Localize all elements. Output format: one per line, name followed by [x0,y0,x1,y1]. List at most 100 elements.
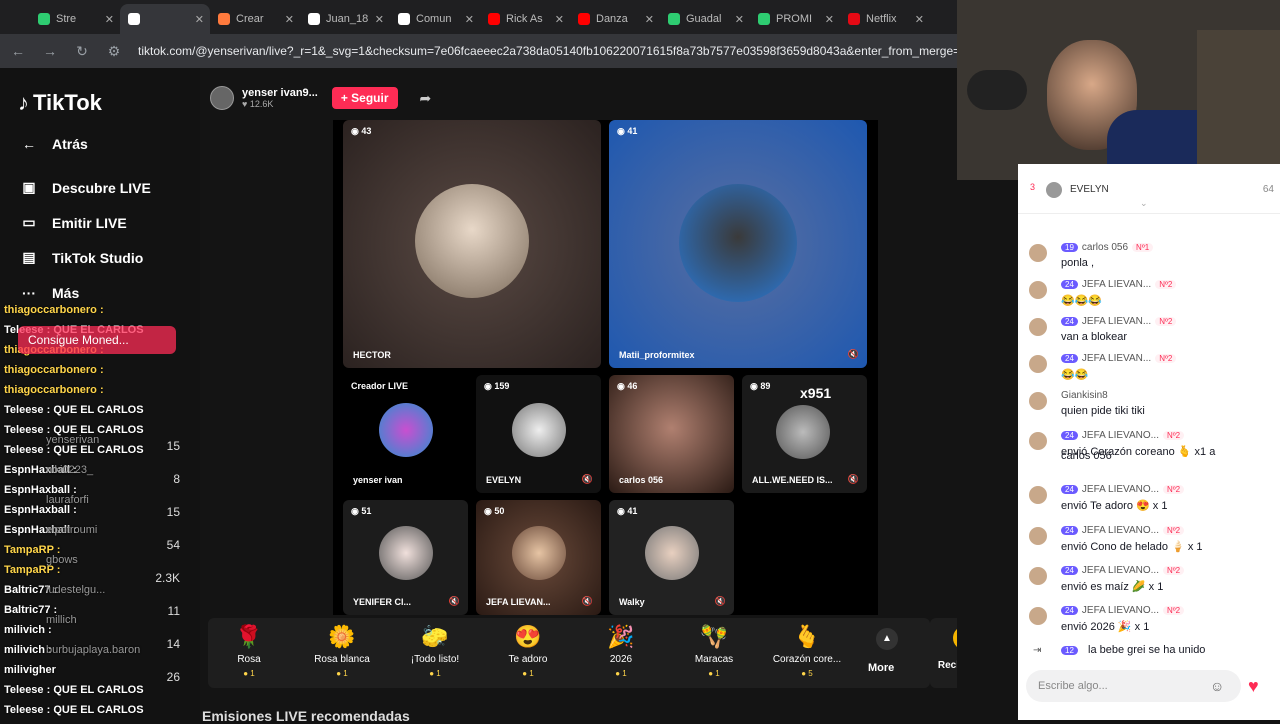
viewer-count: ◉ 43 [351,126,372,136]
coins-promo-banner[interactable]: Consigue Moned... [18,326,176,354]
browser-tab[interactable]: Netflix ✕ [840,4,930,34]
chat-username[interactable]: JEFA LIEVANO... [1082,484,1159,495]
close-tab-icon[interactable]: ✕ [465,13,474,26]
host-avatar[interactable] [210,86,234,110]
gift-item[interactable]: 🌼 Rosa blanca ● 1 [297,624,387,678]
guest-cell-evelyn[interactable]: ◉ 159 EVELYN 🔇 [476,375,601,493]
browser-tab[interactable]: Stre ✕ [30,4,120,34]
close-tab-icon[interactable]: ✕ [915,13,924,26]
browser-tab[interactable]: Juan_18 ✕ [300,4,390,34]
user-avatar[interactable] [1029,244,1047,262]
followed-account-name[interactable]: lauraforfi [46,494,89,506]
overlay-chat-line: milivich : [4,624,52,636]
close-tab-icon[interactable]: ✕ [735,13,744,26]
sidebar-item-back[interactable]: ← Atrás [20,136,88,152]
user-avatar[interactable] [1029,355,1047,373]
gift-item[interactable]: 🫰 Corazón core... ● 5 [762,624,852,678]
browser-tab[interactable]: Comun ✕ [390,4,480,34]
chat-username[interactable]: JEFA LIEVANO... [1082,565,1159,576]
close-tab-icon[interactable]: ✕ [105,13,114,26]
close-tab-icon[interactable]: ✕ [285,13,294,26]
guest-cell-carlos[interactable]: ◉ 46 carlos 056 [609,375,734,493]
guest-cell-hector[interactable]: ◉ 43 HECTOR [343,120,601,368]
viewer-count: 8 [173,472,180,486]
followed-account-name[interactable]: niki0223_ [46,464,93,476]
more-gifts-button[interactable]: More [868,662,894,674]
user-avatar[interactable] [1029,607,1047,625]
reload-icon[interactable]: ↻ [74,43,90,60]
browser-tab[interactable]: PROMI ✕ [750,4,840,34]
emoji-icon[interactable]: ☺ [1210,678,1224,694]
chevron-up-icon[interactable]: ▲ [876,628,898,650]
site-settings-icon[interactable]: ⚙ [106,43,122,60]
followed-account-name[interactable]: burbujaplaya.baron [46,644,140,656]
tiktok-logo[interactable]: ♪ TikTok [18,90,102,116]
sidebar-item-more[interactable]: ··· Más [20,285,79,301]
gift-item[interactable]: 🎉 2026 ● 1 [576,624,666,678]
heart-icon[interactable]: ♥ [1248,676,1259,697]
browser-tab[interactable]: Rick As ✕ [480,4,570,34]
chat-username[interactable]: Giankisin8 [1061,390,1108,401]
followed-account-name[interactable]: yenserivan [46,434,99,446]
user-avatar[interactable] [1029,392,1047,410]
sidebar-item-go-live[interactable]: ▭ Emitir LIVE [20,214,126,231]
chat-message: 24 JEFA LIEVAN... Nº2 😂😂 [1026,353,1276,387]
host-name[interactable]: yenser ivan9... [242,87,318,99]
followed-account-name[interactable]: gbows [46,554,78,566]
share-icon[interactable]: ➦ [420,90,432,107]
gift-item[interactable]: 🪇 Maracas ● 1 [669,624,759,678]
user-avatar[interactable] [1029,567,1047,585]
chat-input[interactable]: Escribe algo... [1026,670,1241,702]
chat-text: 😂😂 [1061,369,1089,381]
guest-cell-allweneed[interactable]: ◉ 89 x951 ALL.WE.NEED IS... 🔇 [742,375,867,493]
browser-tab[interactable]: Guadal ✕ [660,4,750,34]
browser-tab[interactable]: Crear ✕ [210,4,300,34]
user-avatar[interactable] [1029,318,1047,336]
close-tab-icon[interactable]: ✕ [825,13,834,26]
follow-button[interactable]: + Seguir [331,87,398,109]
guest-avatar [512,403,566,457]
sidebar-item-discover-live[interactable]: ▣ Descubre LIVE [20,179,150,196]
chat-message: 19 carlos 056 Nº1 ponla , [1026,242,1276,276]
favicon-icon [758,13,770,25]
live-chat-panel: 3 EVELYN 64 ⌄ 19 carlos 056 Nº1 ponla , 24 JE… [1018,164,1280,720]
chat-username[interactable]: JEFA LIEVANO... [1082,605,1159,616]
chat-username[interactable]: JEFA LIEVAN... [1082,353,1151,364]
guest-cell-walky[interactable]: ◉ 41 Walky 🔇 [609,500,734,615]
back-arrow-icon[interactable]: ← [10,43,26,59]
address-bar[interactable]: tiktok.com/@yenserivan/live?_r=1&_svg=1&… [138,44,968,58]
guest-cell-yenifer[interactable]: ◉ 51 YENIFER Cl... 🔇 [343,500,468,615]
join-icon: ⇥ [1033,645,1042,656]
close-tab-icon[interactable]: ✕ [375,13,384,26]
chat-username[interactable]: carlos 056 [1082,242,1128,253]
user-avatar[interactable] [1029,432,1047,450]
gift-item[interactable]: 🧽 ¡Todo listo! ● 1 [390,624,480,678]
browser-tab[interactable]: Danza ✕ [570,4,660,34]
forward-arrow-icon[interactable]: → [42,43,58,59]
close-tab-icon[interactable]: ✕ [195,13,204,26]
chat-username[interactable]: JEFA LIEVANO... [1082,525,1159,536]
chat-username[interactable]: JEFA LIEVAN... [1082,279,1151,290]
page-gap [957,180,1018,720]
sidebar-item-tiktok-studio[interactable]: ▤ TikTok Studio [20,249,143,266]
followed-account-name[interactable]: ludestelgu... [46,584,105,596]
user-avatar[interactable] [1029,527,1047,545]
gift-item[interactable]: 😍 Te adoro ● 1 [483,624,573,678]
followed-account-name[interactable]: millich [46,614,77,626]
close-tab-icon[interactable]: ✕ [645,13,654,26]
guest-cell-creator[interactable]: Creador LIVE yenser ivan [343,375,468,493]
guest-cell-jefa[interactable]: ◉ 50 JEFA LIEVAN... 🔇 [476,500,601,615]
chat-username[interactable]: JEFA LIEVAN... [1082,316,1151,327]
mic-muted-icon: 🔇 [847,349,859,359]
chevron-down-icon[interactable]: ⌄ [1140,198,1148,209]
browser-tab[interactable]: ✕ [120,4,210,34]
followed-account-name[interactable]: elpotroumi [46,524,97,536]
guest-cell-matii[interactable]: ◉ 41 Matii_proformitex 🔇 [609,120,867,368]
user-avatar[interactable] [1029,486,1047,504]
top-gifter-avatar[interactable] [1046,182,1062,198]
close-tab-icon[interactable]: ✕ [555,13,564,26]
user-avatar[interactable] [1029,281,1047,299]
guest-name: Walky [619,597,645,607]
gift-item[interactable]: 🌹 Rosa ● 1 [204,624,294,678]
chat-username[interactable]: JEFA LIEVANO... [1082,430,1159,441]
